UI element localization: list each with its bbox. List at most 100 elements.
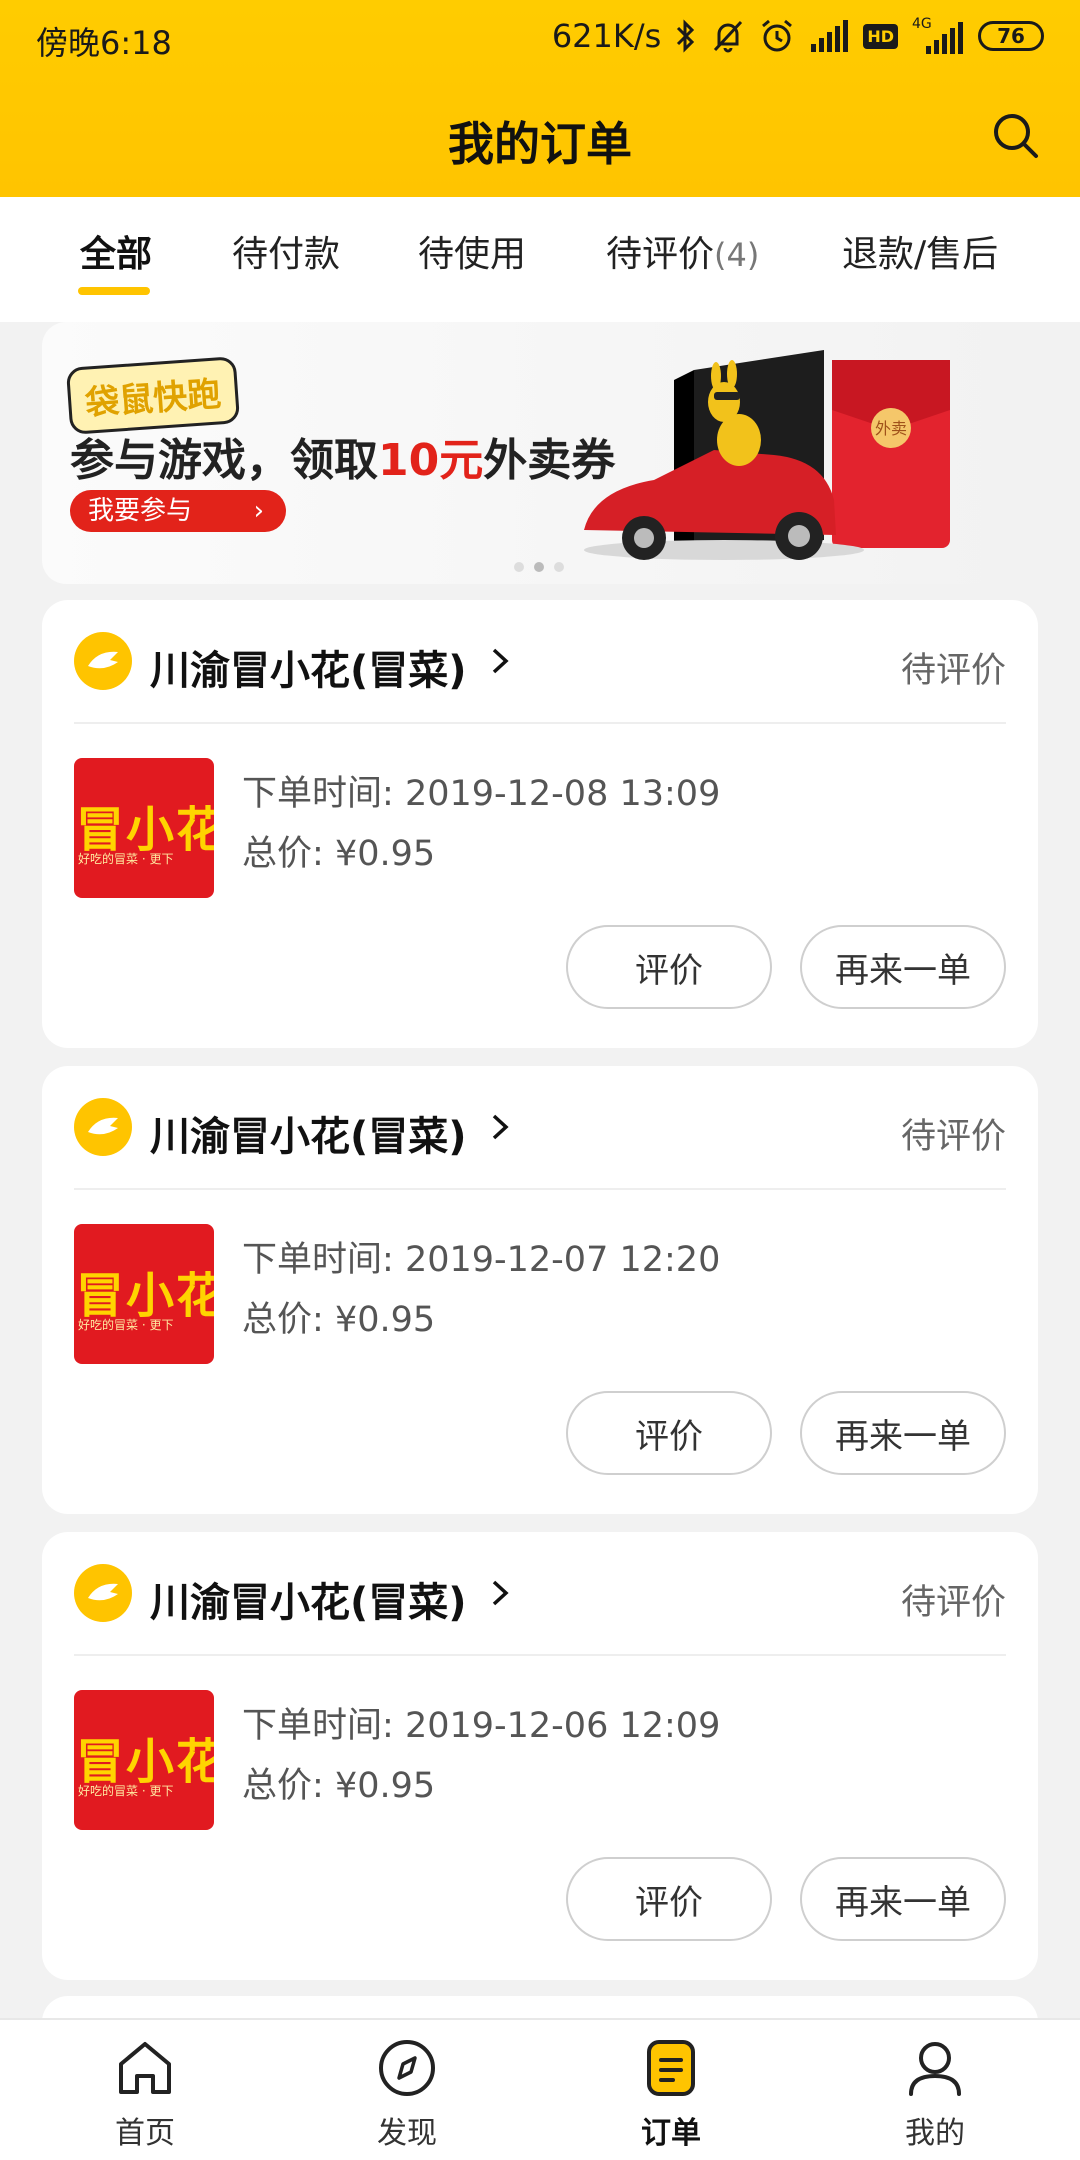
network-type: 4G [912,16,932,32]
tab-label: 待使用 [418,234,527,275]
order-status: 待评价 [900,1117,1006,1157]
status-time: 傍晚6:18 [36,24,172,62]
bottom-nav: 首页 发现 订单 我的 [0,2018,1080,2160]
search-button[interactable] [988,108,1044,164]
nav-home[interactable]: 首页 [75,2020,215,2160]
shop-thumbnail: 冒小花 好吃的冒菜 · 更下 [74,1690,214,1830]
divider [74,1654,1006,1656]
order-card[interactable]: 川渝冒小花(冒菜) 待评价 冒小花 好吃的冒菜 · 更下 下单时间: 2019-… [42,600,1038,1048]
nav-label: 发现 [377,2116,437,2151]
shop-name[interactable]: 川渝冒小花(冒菜) [150,1104,467,1162]
banner-pagination [514,562,564,572]
reorder-button[interactable]: 再来一单 [800,925,1006,1009]
promo-banner[interactable]: 袋鼠快跑 参与游戏，领取10元外卖券 我要参与 › 外卖 [42,322,1038,584]
tab-label: 待评价 [606,234,715,275]
chevron-right-icon [492,1580,509,1606]
thumb-slogan: 好吃的冒菜 · 更下 [78,1784,174,1798]
tab-refund[interactable]: 退款/售后 [842,225,998,277]
battery-indicator: 76 [978,21,1044,51]
nav-profile[interactable]: 我的 [865,2020,1005,2160]
order-time-label: 下单时间: [242,1240,394,1280]
app-header: 傍晚6:18 621K/s HD 4G 76 我的订单 [0,0,1080,197]
shop-logo-icon [74,1098,132,1156]
divider [74,722,1006,724]
home-icon [119,2042,171,2094]
chevron-right-icon [492,1114,509,1140]
nav-orders[interactable]: 订单 [601,2020,741,2160]
shop-logo-icon [74,632,132,690]
thumb-slogan: 好吃的冒菜 · 更下 [78,1318,174,1332]
tab-count: (4) [714,236,760,274]
page-dot [554,562,564,572]
tab-label: 待付款 [232,234,341,275]
order-tabs: 全部 待付款 待使用 待评价(4) 退款/售后 [0,197,1080,322]
order-time: 下单时间: 2019-12-07 12:20 [242,1231,720,1282]
race-car-illustration: 外卖 [584,350,950,560]
envelope-text: 外卖 [875,419,907,438]
network-speed: 621K/s [551,17,662,55]
signal-icon [809,16,849,56]
alarm-icon [759,16,795,56]
tab-label: 退款/售后 [842,234,999,275]
order-time-label: 下单时间: [242,1706,394,1746]
order-price: 总价: ¥0.95 [242,1291,435,1342]
order-price-value: ¥0.95 [334,1766,436,1806]
cellular-4g-icon: 4G [912,16,964,56]
order-time-label: 下单时间: [242,774,394,814]
order-price-value: ¥0.95 [334,834,436,874]
order-card[interactable]: 川渝冒小花(冒菜) 待评价 冒小花 好吃的冒菜 · 更下 下单时间: 2019-… [42,1066,1038,1514]
order-price-label: 总价: [242,1766,324,1806]
order-price-label: 总价: [242,834,324,874]
tab-all[interactable]: 全部 [80,225,152,277]
page-title: 我的订单 [448,117,632,171]
nav-discover[interactable]: 发现 [337,2020,477,2160]
banner-headline: 参与游戏，领取10元外卖券 [70,424,615,488]
tab-label: 全部 [80,234,153,275]
chevron-right-icon [492,648,509,674]
profile-icon [909,2042,961,2096]
banner-text-before: 参与游戏，领取 [70,435,378,486]
search-icon [994,114,1038,158]
order-icon [647,2040,695,2096]
thumb-slogan: 好吃的冒菜 · 更下 [78,852,174,866]
order-status: 待评价 [900,651,1006,691]
order-time-value: 2019-12-07 12:20 [404,1240,721,1280]
order-price-value: ¥0.95 [334,1300,436,1340]
order-time-value: 2019-12-06 12:09 [404,1706,721,1746]
order-status: 待评价 [900,1583,1006,1623]
banner-text-highlight: 10元 [378,435,484,486]
divider [74,1188,1006,1190]
review-button[interactable]: 评价 [566,1391,772,1475]
reorder-button[interactable]: 再来一单 [800,1391,1006,1475]
nav-label: 首页 [115,2116,175,2151]
shop-thumbnail: 冒小花 好吃的冒菜 · 更下 [74,758,214,898]
order-price: 总价: ¥0.95 [242,825,435,876]
tab-pending-payment[interactable]: 待付款 [232,225,340,277]
order-card[interactable]: 川渝冒小花(冒菜) 待评价 冒小花 好吃的冒菜 · 更下 下单时间: 2019-… [42,1532,1038,1980]
active-tab-indicator [78,287,150,295]
tab-pending-review[interactable]: 待评价(4) [606,225,759,277]
shop-name[interactable]: 川渝冒小花(冒菜) [150,638,467,696]
tab-pending-use[interactable]: 待使用 [418,225,526,277]
hd-badge: HD [863,23,898,49]
bluetooth-icon [675,16,697,56]
order-price-label: 总价: [242,1300,324,1340]
review-button[interactable]: 评价 [566,1857,772,1941]
chevron-right-icon: › [253,496,264,526]
status-bar: 傍晚6:18 621K/s HD 4G 76 [0,0,1080,80]
order-price: 总价: ¥0.95 [242,1757,435,1808]
order-time: 下单时间: 2019-12-08 13:09 [242,765,720,816]
shop-name[interactable]: 川渝冒小花(冒菜) [150,1570,467,1628]
reorder-button[interactable]: 再来一单 [800,1857,1006,1941]
nav-label: 订单 [641,2116,701,2151]
review-button[interactable]: 评价 [566,925,772,1009]
compass-icon [379,2040,435,2096]
join-game-label: 我要参与 [88,496,193,526]
shop-logo-icon [74,1564,132,1622]
page-dot [534,562,544,572]
order-time: 下单时间: 2019-12-06 12:09 [242,1697,720,1748]
order-time-value: 2019-12-08 13:09 [404,774,721,814]
join-game-button[interactable]: 我要参与 › [70,490,286,532]
shop-thumbnail: 冒小花 好吃的冒菜 · 更下 [74,1224,214,1364]
status-icons: 621K/s HD 4G 76 [552,16,1044,56]
